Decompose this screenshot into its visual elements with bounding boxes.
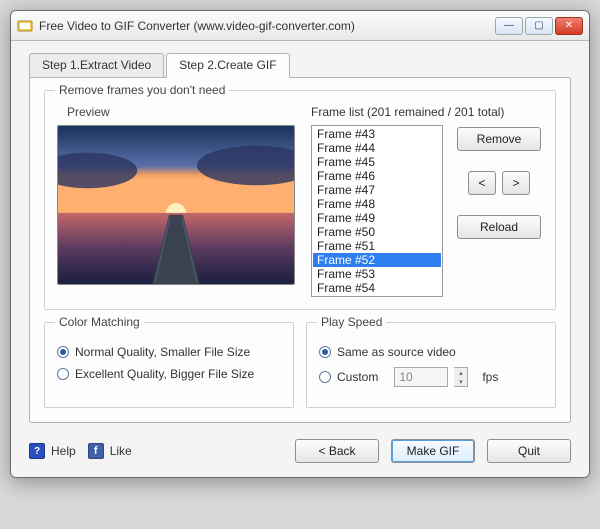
help-label: Help: [51, 444, 76, 458]
radio-icon: [57, 368, 69, 380]
preview-label: Preview: [67, 105, 297, 119]
radio-label: Excellent Quality, Bigger File Size: [75, 367, 254, 381]
group-title-color: Color Matching: [55, 315, 144, 329]
radio-icon: [319, 346, 331, 358]
radio-label: Normal Quality, Smaller File Size: [75, 345, 250, 359]
help-link[interactable]: ? Help: [29, 443, 76, 459]
group-color-matching: Color Matching Normal Quality, Smaller F…: [44, 322, 294, 408]
frame-list-label: Frame list (201 remained / 201 total): [311, 105, 543, 119]
list-item[interactable]: Frame #45: [313, 155, 441, 169]
radio-label: Same as source video: [337, 345, 456, 359]
client-area: Step 1.Extract Video Step 2.Create GIF R…: [11, 41, 589, 477]
frame-list-buttons: Remove < > Reload: [455, 125, 543, 297]
radio-same-as-source[interactable]: Same as source video: [319, 345, 543, 359]
tab-step2[interactable]: Step 2.Create GIF: [166, 53, 289, 78]
list-item[interactable]: Frame #54: [313, 281, 441, 295]
tab-strip: Step 1.Extract Video Step 2.Create GIF: [29, 53, 571, 78]
help-icon: ?: [29, 443, 45, 459]
reload-button[interactable]: Reload: [457, 215, 541, 239]
window-title: Free Video to GIF Converter (www.video-g…: [39, 19, 495, 33]
remove-button[interactable]: Remove: [457, 127, 541, 151]
list-item[interactable]: Frame #50: [313, 225, 441, 239]
group-remove-frames: Remove frames you don't need Preview: [44, 90, 556, 310]
maximize-button[interactable]: ▢: [525, 17, 553, 35]
app-icon: [17, 18, 33, 34]
titlebar: Free Video to GIF Converter (www.video-g…: [11, 11, 589, 41]
app-window: Free Video to GIF Converter (www.video-g…: [10, 10, 590, 478]
chevron-up-icon: ▴: [454, 368, 467, 377]
tab-step1[interactable]: Step 1.Extract Video: [29, 53, 164, 78]
radio-normal-quality[interactable]: Normal Quality, Smaller File Size: [57, 345, 281, 359]
next-frame-button[interactable]: >: [502, 171, 530, 195]
like-label: Like: [110, 444, 132, 458]
make-gif-button[interactable]: Make GIF: [391, 439, 475, 463]
frame-listbox[interactable]: Frame #43 Frame #44 Frame #45 Frame #46 …: [311, 125, 443, 297]
chevron-down-icon: ▾: [454, 377, 467, 386]
minimize-button[interactable]: —: [495, 17, 523, 35]
group-title-speed: Play Speed: [317, 315, 386, 329]
close-button[interactable]: ✕: [555, 17, 583, 35]
list-item[interactable]: Frame #43: [313, 127, 441, 141]
radio-custom-fps[interactable]: Custom 10 ▴▾ fps: [319, 367, 543, 387]
fps-unit-label: fps: [482, 370, 498, 384]
quit-button[interactable]: Quit: [487, 439, 571, 463]
list-item[interactable]: Frame #53: [313, 267, 441, 281]
list-item[interactable]: Frame #46: [313, 169, 441, 183]
list-item-selected[interactable]: Frame #52: [313, 253, 441, 267]
fps-input[interactable]: 10: [394, 367, 448, 387]
list-item[interactable]: Frame #48: [313, 197, 441, 211]
radio-icon: [57, 346, 69, 358]
frame-list-column: Frame list (201 remained / 201 total) Fr…: [311, 105, 543, 297]
prev-frame-button[interactable]: <: [468, 171, 496, 195]
window-controls: — ▢ ✕: [495, 17, 583, 35]
preview-column: Preview: [57, 105, 297, 297]
back-button[interactable]: < Back: [295, 439, 379, 463]
list-item[interactable]: Frame #51: [313, 239, 441, 253]
radio-label: Custom: [337, 370, 378, 384]
facebook-icon: f: [88, 443, 104, 459]
list-item[interactable]: Frame #44: [313, 141, 441, 155]
group-play-speed: Play Speed Same as source video Custom 1…: [306, 322, 556, 408]
radio-icon: [319, 371, 331, 383]
fps-spinner[interactable]: ▴▾: [454, 367, 468, 387]
tab-panel: Remove frames you don't need Preview: [29, 77, 571, 423]
radio-excellent-quality[interactable]: Excellent Quality, Bigger File Size: [57, 367, 281, 381]
list-item[interactable]: Frame #47: [313, 183, 441, 197]
group-title-remove-frames: Remove frames you don't need: [55, 83, 229, 97]
footer-bar: ? Help f Like < Back Make GIF Quit: [29, 439, 571, 463]
list-item[interactable]: Frame #49: [313, 211, 441, 225]
like-link[interactable]: f Like: [88, 443, 132, 459]
preview-image: [57, 125, 295, 285]
